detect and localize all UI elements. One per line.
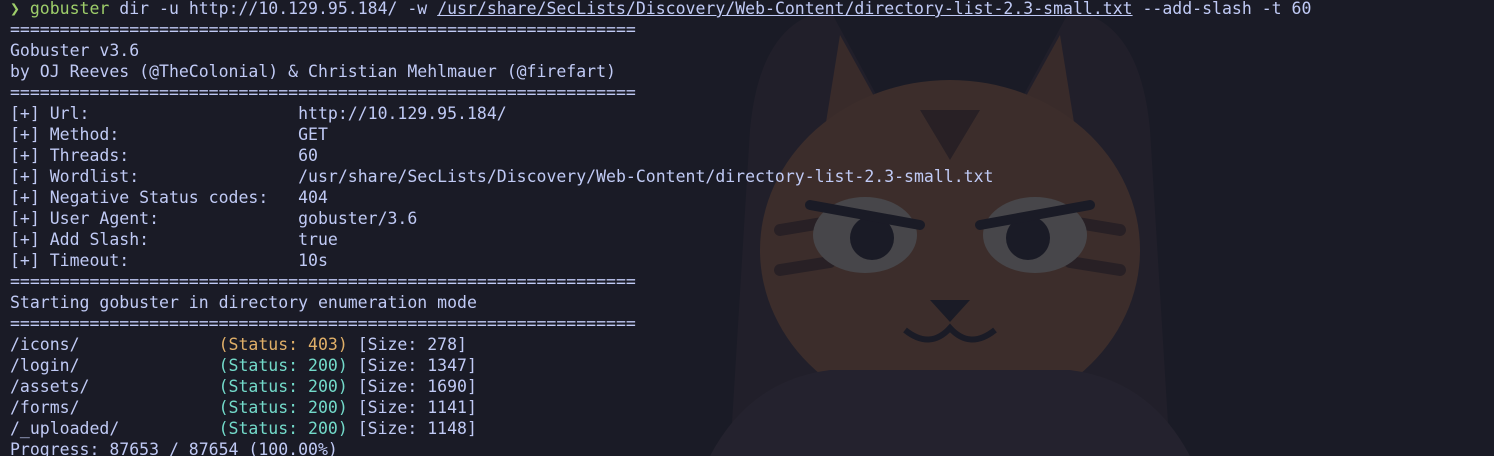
config-key: [+] Add Slash: xyxy=(10,230,299,249)
result-path: /_uploaded/ xyxy=(10,419,219,438)
result-path: /icons/ xyxy=(10,335,219,354)
wordlist-path-link[interactable]: /usr/share/SecLists/Discovery/Web-Conten… xyxy=(437,0,1132,18)
banner-authors: by OJ Reeves (@TheColonial) & Christian … xyxy=(10,62,616,81)
config-value: 60 xyxy=(298,146,318,165)
config-method: [+] Method: GET xyxy=(10,124,1494,145)
separator-line: ========================================… xyxy=(10,272,636,291)
result-row: /_uploaded/ (Status: 200) [Size: 1148] xyxy=(10,418,1494,439)
result-size: [Size: 1347] xyxy=(347,356,477,375)
config-wordlist: [+] Wordlist: /usr/share/SecLists/Discov… xyxy=(10,166,1494,187)
result-path: /login/ xyxy=(10,356,219,375)
result-status: (Status: 200) xyxy=(218,377,348,396)
result-row: /assets/ (Status: 200) [Size: 1690] xyxy=(10,376,1494,397)
banner-title: Gobuster v3.6 xyxy=(10,41,140,60)
terminal-output: ❯ gobuster dir -u http://10.129.95.184/ … xyxy=(10,0,1494,456)
separator-line: ========================================… xyxy=(10,314,636,333)
config-threads: [+] Threads: 60 xyxy=(10,145,1494,166)
command-args: dir -u http://10.129.95.184/ -w xyxy=(109,0,438,18)
result-status: (Status: 200) xyxy=(218,356,348,375)
result-path: /forms/ xyxy=(10,398,219,417)
result-status: (Status: 200) xyxy=(218,398,348,417)
separator-line: ========================================… xyxy=(10,83,636,102)
command-name: gobuster xyxy=(29,0,110,18)
result-size: [Size: 278] xyxy=(347,335,467,354)
result-row: /forms/ (Status: 200) [Size: 1141] xyxy=(10,397,1494,418)
config-negative-status: [+] Negative Status codes: 404 xyxy=(10,187,1494,208)
config-key: [+] Url: xyxy=(10,104,299,123)
config-add-slash: [+] Add Slash: true xyxy=(10,229,1494,250)
config-key: [+] Method: xyxy=(10,125,299,144)
command-options: --add-slash -t 60 xyxy=(1132,0,1312,18)
config-timeout: [+] Timeout: 10s xyxy=(10,250,1494,271)
config-key: [+] Negative Status codes: xyxy=(10,188,299,207)
result-row: /login/ (Status: 200) [Size: 1347] xyxy=(10,355,1494,376)
config-url: [+] Url: http://10.129.95.184/ xyxy=(10,103,1494,124)
config-value: GET xyxy=(298,125,328,144)
config-key: [+] User Agent: xyxy=(10,209,299,228)
result-size: [Size: 1148] xyxy=(347,419,477,438)
config-key: [+] Threads: xyxy=(10,146,299,165)
result-status: (Status: 403) xyxy=(218,335,348,354)
config-key: [+] Timeout: xyxy=(10,251,299,270)
config-value: /usr/share/SecLists/Discovery/Web-Conten… xyxy=(298,167,994,186)
config-value: gobuster/3.6 xyxy=(298,209,418,228)
separator-line: ========================================… xyxy=(10,20,636,39)
config-value: http://10.129.95.184/ xyxy=(298,104,507,123)
config-key: [+] Wordlist: xyxy=(10,167,299,186)
mode-message: Starting gobuster in directory enumerati… xyxy=(10,293,477,312)
result-row: /icons/ (Status: 403) [Size: 278] xyxy=(10,334,1494,355)
config-value: true xyxy=(298,230,338,249)
result-size: [Size: 1141] xyxy=(347,398,477,417)
progress-line: Progress: 87653 / 87654 (100.00%) xyxy=(10,440,338,456)
prompt-arrow-icon: ❯ xyxy=(10,0,20,18)
result-path: /assets/ xyxy=(10,377,219,396)
config-user-agent: [+] User Agent: gobuster/3.6 xyxy=(10,208,1494,229)
config-value: 10s xyxy=(298,251,328,270)
terminal-window[interactable]: ❯ gobuster dir -u http://10.129.95.184/ … xyxy=(0,0,1494,456)
result-status: (Status: 200) xyxy=(218,419,348,438)
config-value: 404 xyxy=(298,188,328,207)
result-size: [Size: 1690] xyxy=(347,377,477,396)
command-line[interactable]: ❯ gobuster dir -u http://10.129.95.184/ … xyxy=(10,0,1494,19)
